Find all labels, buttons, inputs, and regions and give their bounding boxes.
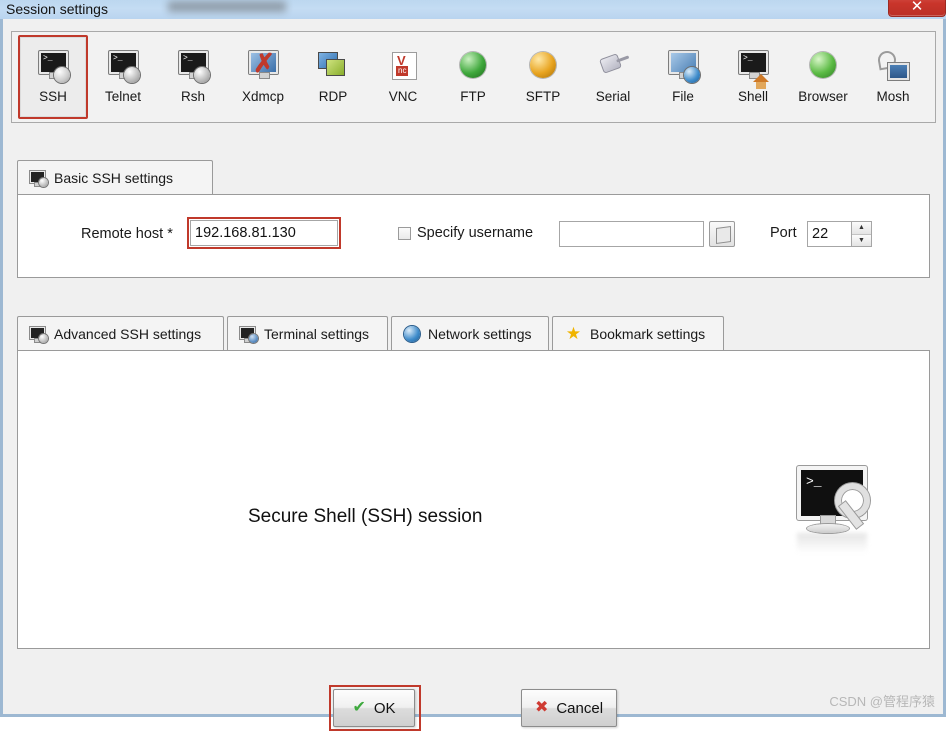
- tab-advanced-ssh-settings[interactable]: Advanced SSH settings: [17, 316, 224, 350]
- protocol-label: SSH: [39, 89, 67, 104]
- vnc-icon: V nc: [386, 49, 420, 83]
- protocol-button-browser[interactable]: Browser: [788, 35, 858, 119]
- protocol-label: Xdmcp: [241, 89, 285, 104]
- terminal-icon: [240, 326, 258, 343]
- ssh-terminal-keys-illustration: >_: [783, 461, 883, 556]
- tab-label: Bookmark settings: [590, 325, 706, 342]
- protocol-button-rsh[interactable]: >_ Rsh: [158, 35, 228, 119]
- sftp-orange-globe-icon: [526, 49, 560, 83]
- username-input[interactable]: [559, 221, 704, 247]
- protocol-button-telnet[interactable]: >_ Telnet: [88, 35, 158, 119]
- port-label: Port: [770, 225, 797, 241]
- tab-terminal-settings[interactable]: Terminal settings: [227, 316, 388, 350]
- protocol-label: VNC: [388, 89, 418, 104]
- advanced-settings-group: Advanced SSH settings Terminal settings …: [17, 316, 930, 649]
- protocol-label: Shell: [737, 89, 769, 104]
- ssh-monitor-key-icon: >_: [36, 49, 70, 83]
- mosh-dish-icon: [876, 49, 910, 83]
- close-icon[interactable]: ✕: [888, 0, 946, 17]
- window-title: Session settings: [6, 1, 108, 17]
- user-card-icon[interactable]: [709, 221, 735, 247]
- port-input[interactable]: [807, 221, 852, 247]
- specify-username-checkbox[interactable]: [398, 227, 411, 240]
- blurred-title-region: [168, 1, 286, 12]
- cancel-button[interactable]: ✖ Cancel: [521, 689, 617, 727]
- watermark-text: CSDN @管程序猿: [829, 694, 935, 709]
- ok-button-label: OK: [373, 699, 396, 717]
- protocol-label: FTP: [460, 89, 486, 104]
- dialog-window: >_ SSH >_ Telnet >_ Rsh ✗ Xdmcp RDP V nc…: [0, 19, 946, 731]
- protocol-button-mosh[interactable]: Mosh: [858, 35, 928, 119]
- protocol-button-sftp[interactable]: SFTP: [508, 35, 578, 119]
- ok-button[interactable]: ✔ OK: [333, 689, 415, 727]
- protocol-label: Telnet: [104, 89, 142, 104]
- tab-network-settings[interactable]: Network settings: [391, 316, 549, 350]
- remote-host-input[interactable]: [190, 220, 338, 246]
- specify-username-label: Specify username: [417, 225, 534, 241]
- title-bar: Session settings ✕: [0, 0, 946, 19]
- protocol-button-ftp[interactable]: FTP: [438, 35, 508, 119]
- terminal-prompt: >_: [806, 474, 822, 489]
- tab-basic-ssh-settings[interactable]: Basic SSH settings: [17, 160, 213, 194]
- protocol-button-ssh[interactable]: >_ SSH: [18, 35, 88, 119]
- basic-settings-body: Remote host * Specify username Port ▲ ▼: [17, 194, 930, 278]
- telnet-monitor-icon: >_: [106, 49, 140, 83]
- advanced-tab-strip: Advanced SSH settings Terminal settings …: [17, 316, 930, 350]
- protocol-toolbar: >_ SSH >_ Telnet >_ Rsh ✗ Xdmcp RDP V nc…: [11, 31, 936, 123]
- protocol-label: Mosh: [876, 89, 910, 104]
- protocol-label: File: [672, 89, 694, 104]
- tab-label: Basic SSH settings: [54, 169, 174, 186]
- tab-label: Network settings: [428, 325, 532, 342]
- ftp-green-globe-icon: [456, 49, 490, 83]
- serial-plug-icon: [596, 49, 630, 83]
- advanced-settings-body: Secure Shell (SSH) session >_: [17, 350, 930, 649]
- rsh-monitor-icon: >_: [176, 49, 210, 83]
- file-share-icon: [666, 49, 700, 83]
- spinner-up-icon[interactable]: ▲: [852, 222, 871, 235]
- monitor-icon: [30, 326, 48, 343]
- shell-home-icon: >_: [736, 49, 770, 89]
- session-type-caption: Secure Shell (SSH) session: [248, 506, 483, 527]
- protocol-button-xdmcp[interactable]: ✗ Xdmcp: [228, 35, 298, 119]
- protocol-label: Rsh: [180, 89, 205, 104]
- spinner-down-icon[interactable]: ▼: [852, 234, 871, 246]
- tab-label: Terminal settings: [264, 325, 370, 342]
- protocol-button-vnc[interactable]: V nc VNC: [368, 35, 438, 119]
- remote-host-label: Remote host *: [81, 226, 173, 242]
- protocol-button-file[interactable]: File: [648, 35, 718, 119]
- cancel-button-label: Cancel: [556, 699, 604, 717]
- basic-tab-strip: Basic SSH settings: [17, 160, 930, 194]
- monitor-icon: [30, 170, 48, 187]
- globe-icon: [404, 325, 420, 342]
- tab-label: Advanced SSH settings: [54, 325, 202, 342]
- protocol-label: Browser: [798, 89, 848, 104]
- protocol-button-serial[interactable]: Serial: [578, 35, 648, 119]
- protocol-label: RDP: [318, 89, 348, 104]
- basic-ssh-settings-group: Basic SSH settings Remote host * Specify…: [17, 160, 930, 278]
- protocol-button-shell[interactable]: >_ Shell: [718, 35, 788, 119]
- xdmcp-icon: ✗: [246, 49, 280, 83]
- green-check-icon: ✔: [352, 699, 366, 716]
- protocol-button-rdp[interactable]: RDP: [298, 35, 368, 119]
- protocol-label: Serial: [595, 89, 631, 104]
- port-spinner[interactable]: ▲ ▼: [852, 221, 872, 247]
- tab-bookmark-settings[interactable]: ★ Bookmark settings: [552, 316, 724, 350]
- star-icon: ★: [565, 324, 582, 343]
- red-x-icon: ✖: [534, 699, 549, 716]
- protocol-label: SFTP: [525, 89, 561, 104]
- browser-globe-icon: [806, 49, 840, 83]
- rdp-icon: [316, 49, 350, 83]
